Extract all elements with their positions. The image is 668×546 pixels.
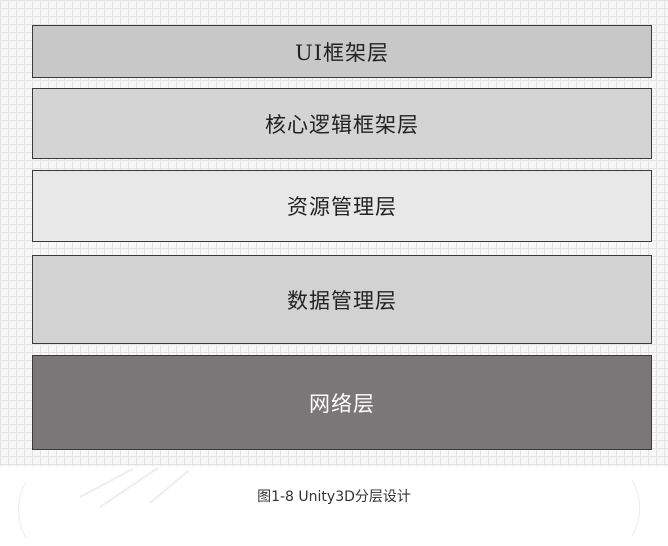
- layer-network: 网络层: [32, 355, 652, 450]
- layer-ui-framework: UI框架层: [32, 25, 652, 78]
- layer-core-logic: 核心逻辑框架层: [32, 88, 652, 159]
- watermark-arc-left: [18, 474, 60, 546]
- diagram-canvas: UI框架层 核心逻辑框架层 资源管理层 数据管理层 网络层: [0, 0, 668, 466]
- layer-network-label: 网络层: [309, 391, 375, 416]
- layer-core-logic-label: 核心逻辑框架层: [265, 112, 419, 137]
- layer-data-management-label: 数据管理层: [287, 288, 397, 313]
- caption-area: 图1-8 Unity3D分层设计: [0, 466, 668, 546]
- layer-resource-management-label: 资源管理层: [287, 195, 397, 219]
- layer-data-management: 数据管理层: [32, 255, 652, 344]
- figure-caption: 图1-8 Unity3D分层设计: [257, 489, 411, 505]
- layer-resource-management: 资源管理层: [32, 170, 652, 242]
- watermark-arc-right: [598, 472, 640, 544]
- layer-ui-framework-label: UI框架层: [295, 40, 389, 65]
